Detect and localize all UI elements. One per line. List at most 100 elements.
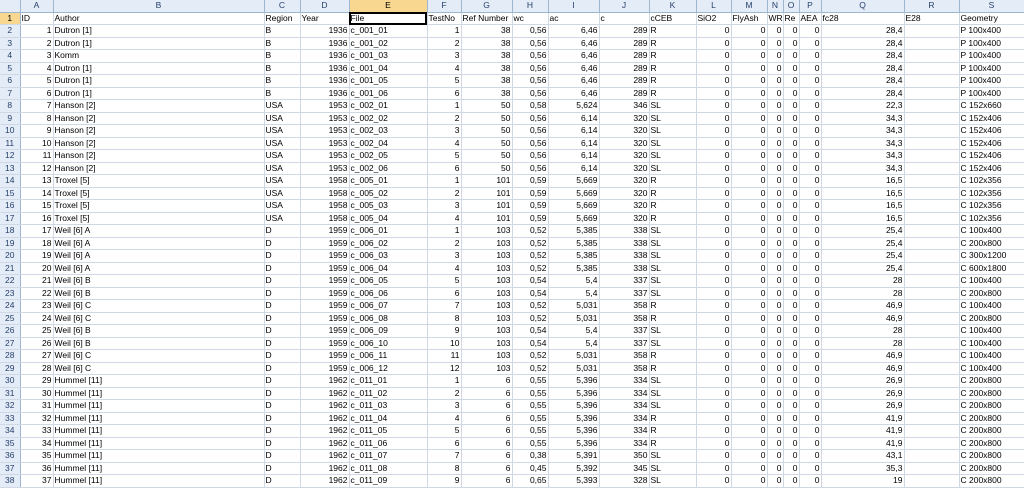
column-header-J[interactable]: J — [599, 0, 650, 13]
cell[interactable]: 14 — [20, 187, 54, 200]
cell[interactable]: 0 — [799, 362, 822, 375]
cell[interactable]: 7 — [20, 99, 54, 113]
cell[interactable]: 34 — [20, 437, 54, 450]
cell[interactable]: 103 — [461, 249, 513, 263]
cell[interactable]: Weil [6] A — [53, 224, 265, 238]
cell[interactable]: 0 — [783, 137, 800, 150]
cell[interactable]: 0 — [783, 249, 800, 263]
cell[interactable] — [904, 249, 960, 263]
cell[interactable]: 7 — [427, 449, 462, 463]
cell[interactable]: Hummel [11] — [53, 424, 265, 438]
cell[interactable] — [904, 387, 960, 400]
column-header-I[interactable]: I — [548, 0, 600, 13]
cell[interactable]: 3 — [427, 124, 462, 138]
cell[interactable]: 46,9 — [821, 349, 905, 363]
cell[interactable] — [904, 49, 960, 63]
cell[interactable]: 0 — [783, 374, 800, 388]
cell[interactable]: 3 — [427, 49, 462, 63]
cell[interactable]: c_006_12 — [349, 362, 428, 375]
cell[interactable]: 0 — [696, 187, 732, 200]
cell[interactable]: 0 — [696, 162, 732, 175]
cell[interactable]: 6 — [427, 287, 462, 300]
cell[interactable]: 1959 — [300, 337, 350, 350]
cell[interactable]: c_006_05 — [349, 274, 428, 288]
cell[interactable]: 0,54 — [512, 337, 549, 350]
cell[interactable] — [904, 24, 960, 38]
cell[interactable]: 0 — [767, 424, 784, 438]
cell[interactable]: fc28 — [821, 12, 905, 25]
cell[interactable]: 0 — [783, 62, 800, 75]
cell[interactable]: 0 — [731, 24, 768, 38]
cell[interactable]: Hanson [2] — [53, 99, 265, 113]
cell[interactable]: USA — [264, 124, 301, 138]
cell[interactable]: D — [264, 299, 301, 313]
cell[interactable]: 0 — [783, 337, 800, 350]
cell[interactable]: Geometry — [959, 12, 1024, 25]
cell[interactable]: 0 — [767, 112, 784, 125]
cell[interactable]: 0 — [767, 412, 784, 425]
cell[interactable]: 1953 — [300, 149, 350, 163]
row-header[interactable]: 18 — [0, 224, 21, 238]
cell[interactable]: 5,391 — [548, 449, 600, 463]
cell[interactable]: 0 — [783, 112, 800, 125]
cell[interactable]: 1959 — [300, 324, 350, 338]
cell[interactable]: Weil [6] C — [53, 362, 265, 375]
cell[interactable]: 0 — [767, 162, 784, 175]
cell[interactable]: Region — [264, 12, 301, 25]
column-header-K[interactable]: K — [649, 0, 697, 13]
cell[interactable]: 5,396 — [548, 412, 600, 425]
cell[interactable]: USA — [264, 162, 301, 175]
cell[interactable]: Hanson [2] — [53, 162, 265, 175]
cell[interactable]: 50 — [461, 99, 513, 113]
cell[interactable]: 6 — [461, 374, 513, 388]
row-header[interactable]: 37 — [0, 462, 21, 475]
cell[interactable]: Troxel [5] — [53, 199, 265, 213]
cell[interactable]: 22,3 — [821, 99, 905, 113]
cell[interactable]: 10 — [427, 337, 462, 350]
cell[interactable]: C 200x800 — [959, 449, 1024, 463]
cell[interactable]: 6 — [461, 424, 513, 438]
cell[interactable]: 101 — [461, 199, 513, 213]
cell[interactable]: 0 — [783, 212, 800, 225]
cell[interactable]: c_001_05 — [349, 74, 428, 88]
cell[interactable]: 5,396 — [548, 387, 600, 400]
cell[interactable]: 6 — [427, 437, 462, 450]
cell[interactable]: USA — [264, 199, 301, 213]
cell[interactable]: 0 — [783, 99, 800, 113]
cell[interactable] — [904, 187, 960, 200]
cell[interactable]: Hummel [11] — [53, 474, 265, 488]
cell[interactable]: Hummel [11] — [53, 387, 265, 400]
cell[interactable]: D — [264, 224, 301, 238]
cell[interactable]: D — [264, 449, 301, 463]
cell[interactable]: 103 — [461, 337, 513, 350]
cell[interactable]: 5 — [20, 74, 54, 88]
cell[interactable]: 0,52 — [512, 362, 549, 375]
cell[interactable]: SL — [649, 462, 697, 475]
cell[interactable]: TestNo — [427, 12, 462, 25]
cell[interactable]: 0 — [731, 124, 768, 138]
cell[interactable]: 1958 — [300, 174, 350, 188]
cell[interactable]: 50 — [461, 137, 513, 150]
cell[interactable]: 5,031 — [548, 349, 600, 363]
cell[interactable]: 0,55 — [512, 437, 549, 450]
cell[interactable]: D — [264, 349, 301, 363]
cell[interactable] — [904, 287, 960, 300]
cell[interactable]: 289 — [599, 24, 650, 38]
cell[interactable]: 35,3 — [821, 462, 905, 475]
cell[interactable]: R — [649, 212, 697, 225]
cell[interactable]: 9 — [427, 324, 462, 338]
cell[interactable]: 37 — [20, 474, 54, 488]
cell[interactable]: R — [649, 49, 697, 63]
cell[interactable]: 0 — [731, 349, 768, 363]
cell[interactable]: 0 — [783, 187, 800, 200]
cell[interactable]: 0 — [767, 449, 784, 463]
cell[interactable]: 12 — [427, 362, 462, 375]
cell[interactable]: 5,669 — [548, 187, 600, 200]
cell[interactable]: 1 — [427, 174, 462, 188]
cell[interactable]: 101 — [461, 212, 513, 225]
cell[interactable]: c_006_09 — [349, 324, 428, 338]
cell[interactable]: 289 — [599, 49, 650, 63]
cell[interactable]: 0 — [696, 349, 732, 363]
cell[interactable]: 26,9 — [821, 387, 905, 400]
cell[interactable]: 289 — [599, 74, 650, 88]
